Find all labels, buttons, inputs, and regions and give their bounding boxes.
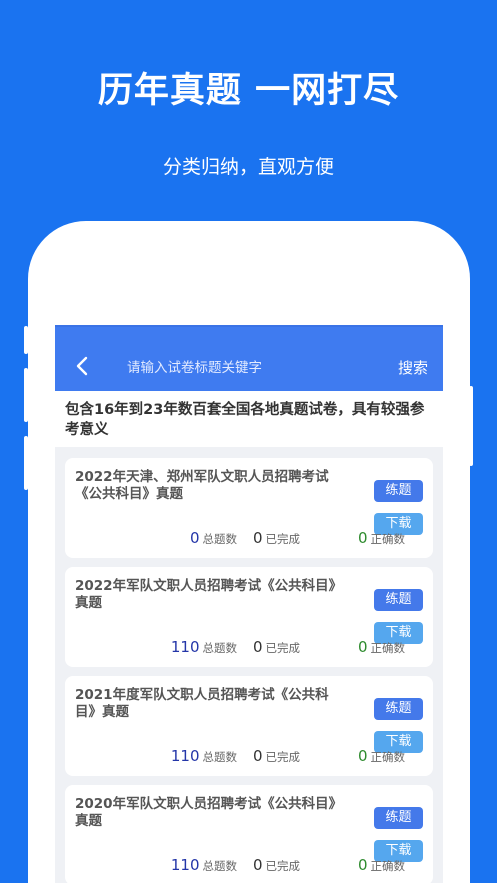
stat-correct: 0 正确数 (358, 528, 405, 547)
done-label: 已完成 (265, 532, 301, 546)
stat-done: 0 已完成 (253, 528, 300, 547)
phone-frame: 搜索 包含16年到23年数百套全国各地真题试卷，具有较强参考意义 2022年天津… (28, 221, 470, 883)
correct-label: 正确数 (370, 750, 406, 764)
practice-button[interactable]: 练题 (374, 807, 423, 829)
stat-correct: 0 正确数 (358, 855, 405, 874)
done-label: 已完成 (265, 859, 301, 873)
total-count: 110 (170, 638, 200, 656)
correct-label: 正确数 (370, 641, 406, 655)
total-label: 总题数 (202, 859, 238, 873)
navbar: 搜索 (55, 325, 443, 391)
search-button[interactable]: 搜索 (398, 357, 428, 378)
stat-correct: 0 正确数 (358, 637, 405, 656)
stat-total: 0 总题数 (190, 528, 237, 547)
back-button[interactable] (75, 355, 95, 379)
stat-total: 110 总题数 (171, 746, 237, 765)
practice-button[interactable]: 练题 (374, 589, 423, 611)
search-input[interactable] (127, 355, 367, 381)
done-label: 已完成 (265, 750, 301, 764)
paper-title: 2022年天津、郑州军队文职人员招聘考试《公共科目》真题 (75, 469, 329, 502)
done-count: 0 (252, 638, 263, 656)
paper-title: 2020年军队文职人员招聘考试《公共科目》真题 (75, 796, 343, 829)
total-count: 0 (189, 529, 200, 547)
practice-button[interactable]: 练题 (374, 480, 423, 502)
promo-headline: 历年真题 一网打尽 (97, 71, 400, 111)
stat-done: 0 已完成 (253, 637, 300, 656)
total-count: 110 (170, 747, 200, 765)
stat-done: 0 已完成 (253, 746, 300, 765)
paper-stats: 110 总题数 0 已完成 0 正确数 (65, 637, 405, 657)
stat-done: 0 已完成 (253, 855, 300, 874)
notice-text: 包含16年到23年数百套全国各地真题试卷，具有较强参考意义 (55, 391, 443, 447)
practice-button[interactable]: 练题 (374, 698, 423, 720)
app-screen: 搜索 包含16年到23年数百套全国各地真题试卷，具有较强参考意义 2022年天津… (55, 325, 443, 883)
stat-correct: 0 正确数 (358, 746, 405, 765)
correct-count: 0 (357, 856, 368, 874)
stat-total: 110 总题数 (171, 637, 237, 656)
chevron-left-icon (76, 356, 88, 376)
done-label: 已完成 (265, 641, 301, 655)
paper-stats: 110 总题数 0 已完成 0 正确数 (65, 746, 405, 766)
total-label: 总题数 (202, 532, 238, 546)
total-count: 110 (170, 856, 200, 874)
correct-count: 0 (357, 529, 368, 547)
correct-label: 正确数 (370, 532, 406, 546)
paper-card[interactable]: 2022年天津、郑州军队文职人员招聘考试《公共科目》真题 练题 下载 0 总题数 … (65, 458, 433, 558)
total-label: 总题数 (202, 641, 238, 655)
done-count: 0 (252, 856, 263, 874)
done-count: 0 (252, 747, 263, 765)
total-label: 总题数 (202, 750, 238, 764)
paper-card[interactable]: 2021年度军队文职人员招聘考试《公共科目》真题 练题 下载 110 总题数 0已… (65, 676, 433, 776)
paper-card[interactable]: 2020年军队文职人员招聘考试《公共科目》真题 练题 下载 110 总题数 0 已完… (65, 785, 433, 883)
paper-list: 2022年天津、郑州军队文职人员招聘考试《公共科目》真题 练题 下载 0 总题数 … (55, 447, 443, 883)
done-count: 0 (252, 529, 263, 547)
correct-label: 正确数 (370, 859, 406, 873)
promo-subline: 分类归纳，直观方便 (162, 156, 334, 178)
correct-count: 0 (357, 638, 368, 656)
paper-stats: 110 总题数 0 已完成 0 正确数 (65, 855, 405, 875)
correct-count: 0 (357, 747, 368, 765)
paper-title: 2022年军队文职人员招聘考试《公共科目》真题 (75, 578, 343, 611)
paper-title: 2021年度军队文职人员招聘考试《公共科目》真题 (75, 687, 329, 720)
stat-total: 110 总题数 (171, 855, 237, 874)
paper-stats: 0 总题数 0 已完成 0 正确数 (65, 528, 405, 548)
paper-card[interactable]: 2022年军队文职人员招聘考试《公共科目》真题 练题 下载 110 总题数 0 已完… (65, 567, 433, 667)
